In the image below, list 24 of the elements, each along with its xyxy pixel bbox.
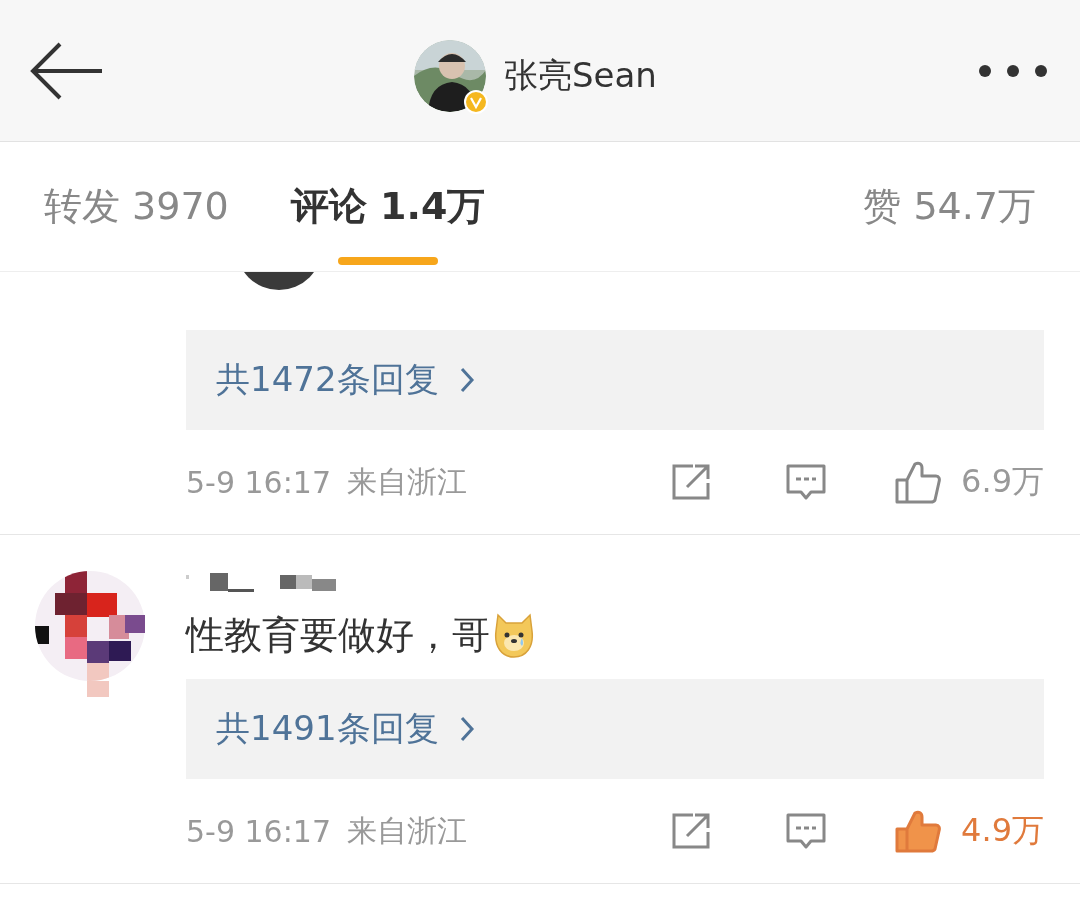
replies-panel[interactable]: 共1472条回复: [186, 330, 1044, 430]
more-options-icon[interactable]: [978, 63, 1048, 78]
back-arrow-icon[interactable]: [30, 40, 104, 101]
thumbs-up-icon[interactable]: [895, 809, 942, 853]
like-count: 4.9万: [961, 810, 1044, 851]
replies-link[interactable]: 共1491条回复: [216, 706, 439, 752]
chevron-right-icon: [458, 715, 475, 743]
tab[interactable]: 赞 54.7万: [863, 142, 1036, 271]
replies-panel[interactable]: 共1491条回复: [186, 679, 1044, 779]
tab[interactable]: 转发 3970: [44, 142, 229, 271]
comment-location: 来自浙江: [347, 811, 467, 850]
comment-icon[interactable]: [785, 812, 828, 850]
user-name: 张亮Sean: [504, 54, 657, 97]
comment-time: 5-9 16:17: [186, 464, 331, 500]
chevron-right-icon: [458, 366, 475, 394]
comment-icon[interactable]: [785, 463, 828, 501]
thumbs-up-icon[interactable]: [895, 460, 942, 504]
comment-time: 5-9 16:17: [186, 813, 331, 849]
replies-link[interactable]: 共1472条回复: [216, 357, 439, 403]
dog-emoji-icon: [492, 611, 536, 659]
comment-location: 来自浙江: [347, 462, 467, 501]
like-count: 6.9万: [961, 461, 1044, 502]
comment-text: 性教育要做好，哥: [186, 611, 490, 659]
tab[interactable]: 评论 1.4万: [290, 142, 486, 271]
